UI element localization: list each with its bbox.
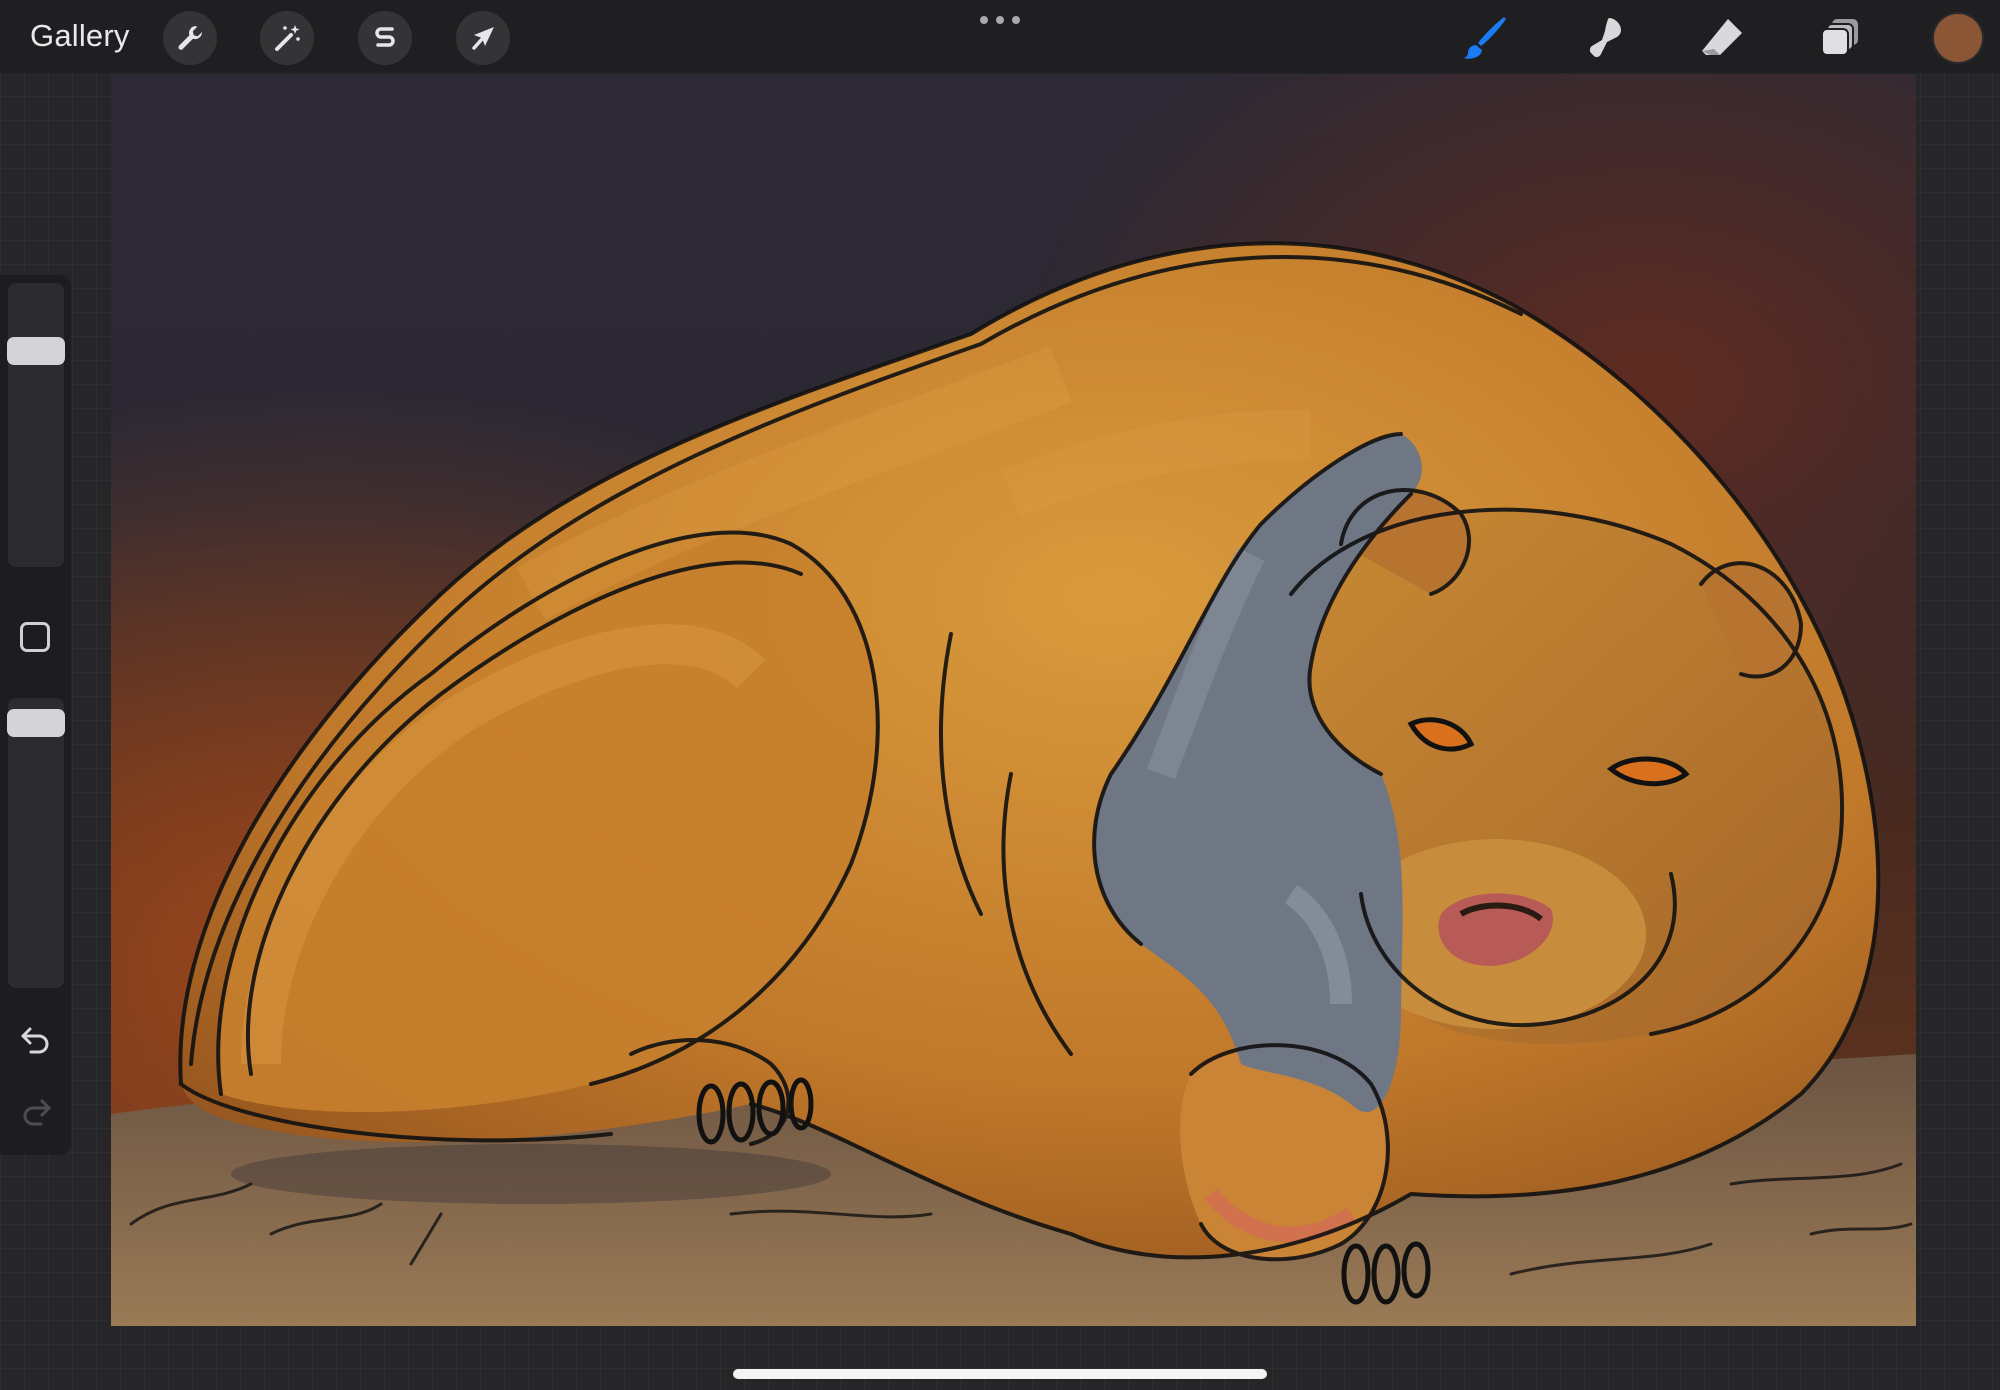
layers-button[interactable] (1815, 12, 1867, 64)
smudge-tool-button[interactable] (1577, 12, 1629, 64)
eraser-tool-button[interactable] (1696, 12, 1748, 64)
transform-button[interactable] (456, 11, 510, 65)
brush-size-handle[interactable] (7, 337, 65, 365)
smudge-icon (1589, 18, 1621, 58)
redo-icon[interactable] (18, 1095, 54, 1131)
eraser-icon (1702, 19, 1742, 55)
modify-button[interactable] (20, 622, 50, 652)
brush-size-slider[interactable] (8, 283, 64, 567)
color-picker-button[interactable] (1934, 14, 1982, 62)
wrench-icon (178, 26, 203, 50)
adjustments-button[interactable] (260, 11, 314, 65)
bear-wolf-artwork (111, 74, 1916, 1326)
drawing-canvas[interactable] (111, 74, 1916, 1326)
selection-button[interactable] (358, 11, 412, 65)
home-indicator[interactable] (733, 1369, 1267, 1379)
opacity-handle[interactable] (7, 709, 65, 737)
arrow-cursor-icon (472, 27, 494, 50)
brush-icon (1463, 17, 1506, 59)
ellipsis-icon (980, 16, 988, 24)
left-sidebar (0, 275, 71, 1155)
actions-button[interactable] (163, 11, 217, 65)
opacity-slider[interactable] (8, 698, 64, 988)
selection-s-icon (375, 27, 395, 47)
layers-icon (1821, 19, 1858, 56)
more-options-button[interactable] (980, 12, 1020, 28)
gallery-button[interactable]: Gallery (30, 16, 130, 56)
undo-icon[interactable] (18, 1023, 54, 1059)
top-toolbar: Gallery (0, 0, 2000, 73)
magic-wand-icon (275, 25, 300, 51)
brush-tool-button[interactable] (1459, 12, 1511, 64)
